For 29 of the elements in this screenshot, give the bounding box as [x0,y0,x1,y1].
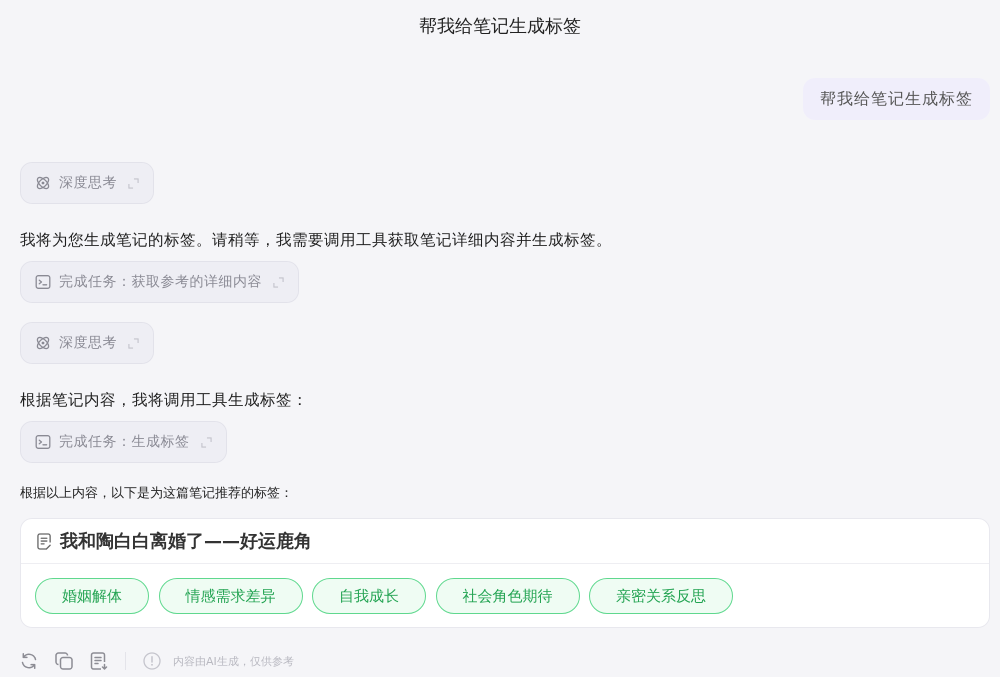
note-title: 我和陶白白离婚了——好运鹿角 [60,530,312,553]
thinking-step-button[interactable]: 深度思考 [20,162,154,204]
tag-chip[interactable]: 自我成长 [312,578,426,614]
tag-chip[interactable]: 亲密关系反思 [589,578,733,614]
expand-icon [128,338,139,348]
task-step-button[interactable]: 完成任务：生成标签 [20,421,226,463]
terminal-icon [35,434,51,450]
info-icon [143,652,161,670]
expand-icon [128,178,139,188]
atom-icon [35,335,51,351]
assistant-text: 根据笔记内容，我将调用工具生成标签： [20,390,308,411]
expand-icon [273,276,284,288]
task-step-button[interactable]: 完成任务：获取参考的详细内容 [20,261,299,303]
note-icon [37,532,52,550]
assistant-text: 根据以上内容，以下是为这篇笔记推荐的标签： [20,485,293,503]
assistant-text: 我将为您生成笔记的标签。请稍等，我需要调用工具获取笔记详细内容并生成标签。 [20,230,612,251]
tag-chip[interactable]: 社会角色期待 [436,578,580,614]
atom-icon [35,175,51,191]
thinking-step-button[interactable]: 深度思考 [20,322,154,364]
tag-chip[interactable]: 情感需求差异 [158,578,302,614]
tag-chip[interactable]: 婚姻解体 [35,578,149,614]
expand-icon [200,436,212,448]
page-title: 帮我给笔记生成标签 [418,15,582,39]
disclaimer-text: 内容由AI生成，仅供参考 [173,654,294,668]
refresh-icon[interactable] [20,652,38,670]
user-message: 帮我给笔记生成标签 [803,78,990,120]
copy-icon[interactable] [55,652,73,670]
terminal-icon [35,274,51,290]
document-arrow-icon[interactable] [90,652,108,670]
